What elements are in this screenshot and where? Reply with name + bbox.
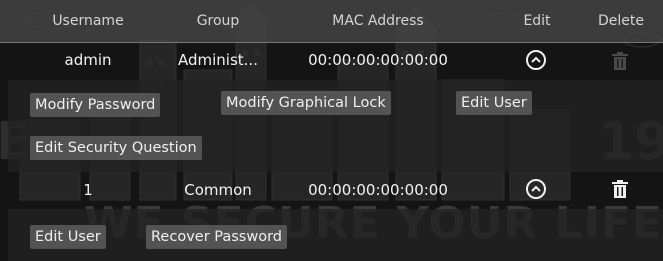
user-actions-panel: Modify Password Modify Graphical Lock Ed… [8, 80, 663, 172]
column-header-delete: Delete [598, 13, 644, 29]
chevron-up-circle-icon[interactable] [526, 179, 546, 199]
mac-address-cell: 00:00:00:00:00:00 [308, 51, 448, 69]
modify-password-button[interactable]: Modify Password [30, 93, 161, 117]
chevron-up-circle-icon[interactable] [526, 50, 546, 70]
column-header-username[interactable]: Username [28, 13, 148, 29]
trash-icon[interactable] [612, 180, 628, 198]
username-cell: admin [64, 51, 112, 69]
user-actions-panel: Edit User Recover Password [8, 209, 663, 261]
group-cell: Common [184, 181, 252, 199]
trash-icon [612, 52, 628, 70]
username-cell: 1 [83, 181, 93, 199]
table-header: Username Group MAC Address Edit Delete [0, 0, 663, 43]
column-header-mac-address[interactable]: MAC Address [286, 13, 470, 29]
edit-user-button[interactable]: Edit User [30, 225, 106, 249]
table-row[interactable]: 1 Common 00:00:00:00:00:00 [0, 173, 663, 207]
recover-password-button[interactable]: Recover Password [146, 225, 287, 249]
column-header-group[interactable]: Group [158, 13, 278, 29]
column-header-edit: Edit [523, 13, 551, 29]
table-row[interactable]: admin Administ... 00:00:00:00:00:00 [0, 43, 663, 77]
group-cell: Administ... [178, 51, 258, 69]
modify-graphical-lock-button[interactable]: Modify Graphical Lock [221, 91, 391, 115]
mac-address-cell: 00:00:00:00:00:00 [308, 181, 448, 199]
user-management-screen: E. 19 WE SECURE YOUR LIFE Username Group… [0, 0, 663, 261]
edit-user-button[interactable]: Edit User [456, 91, 532, 115]
edit-security-question-button[interactable]: Edit Security Question [30, 136, 202, 160]
